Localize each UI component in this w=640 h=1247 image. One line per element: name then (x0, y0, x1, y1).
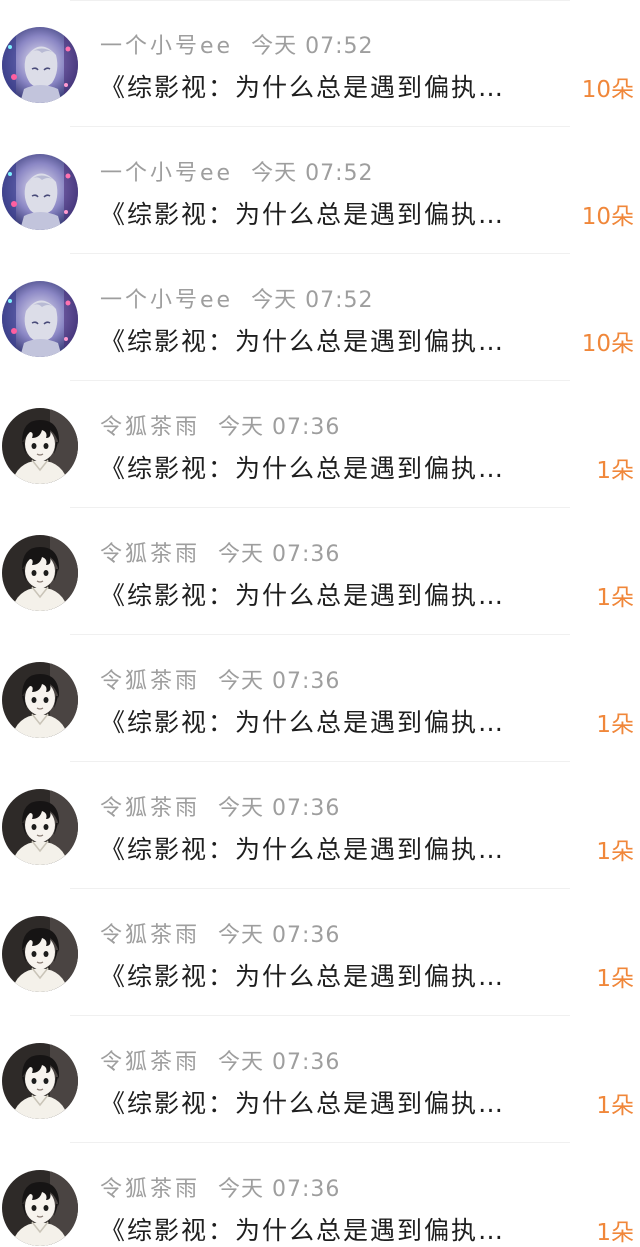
message-row[interactable]: 令狐茶雨 今天 07:36 《综影视：为什么总是遇到偏执… 1朵 (0, 1143, 640, 1247)
avatar[interactable] (2, 535, 78, 611)
message-row[interactable]: 令狐茶雨 今天 07:36 《综影视：为什么总是遇到偏执… 1朵 (0, 889, 640, 1016)
sender-name: 一个小号ee (100, 288, 234, 313)
sender-line: 令狐茶雨 今天 07:36 (100, 409, 340, 441)
message-preview: 《综影视：为什么总是遇到偏执… (100, 1216, 506, 1245)
avatar[interactable] (2, 662, 78, 738)
timestamp: 今天 07:36 (218, 1177, 341, 1202)
avatar[interactable] (2, 408, 78, 484)
sender-name: 令狐茶雨 (100, 1050, 201, 1075)
sender-name: 令狐茶雨 (100, 1177, 201, 1202)
message-preview: 《综影视：为什么总是遇到偏执… (100, 708, 506, 737)
message-preview: 《综影视：为什么总是遇到偏执… (100, 327, 506, 356)
avatar-b-icon (2, 1170, 78, 1246)
message-row[interactable]: 令狐茶雨 今天 07:36 《综影视：为什么总是遇到偏执… 1朵 (0, 635, 640, 762)
avatar-a-icon (2, 154, 78, 230)
message-row[interactable]: 令狐茶雨 今天 07:36 《综影视：为什么总是遇到偏执… 1朵 (0, 381, 640, 508)
avatar-b-icon (2, 1043, 78, 1119)
timestamp: 今天 07:52 (251, 161, 374, 186)
message-row[interactable]: 令狐茶雨 今天 07:36 《综影视：为什么总是遇到偏执… 1朵 (0, 762, 640, 889)
sender-name: 令狐茶雨 (100, 923, 201, 948)
message-preview: 《综影视：为什么总是遇到偏执… (100, 73, 506, 102)
sender-line: 令狐茶雨 今天 07:36 (100, 1044, 340, 1076)
message-row[interactable]: 一个小号ee 今天 07:52 《综影视：为什么总是遇到偏执… 10朵 (0, 127, 640, 254)
timestamp: 今天 07:36 (218, 669, 341, 694)
flower-count: 1朵 (596, 1093, 634, 1119)
avatar-a-icon (2, 281, 78, 357)
sender-name: 令狐茶雨 (100, 796, 201, 821)
message-preview: 《综影视：为什么总是遇到偏执… (100, 454, 506, 483)
flower-count: 1朵 (596, 839, 634, 865)
sender-line: 一个小号ee 今天 07:52 (100, 28, 373, 60)
avatar[interactable] (2, 789, 78, 865)
avatar-b-icon (2, 408, 78, 484)
timestamp: 今天 07:52 (251, 288, 374, 313)
message-preview: 《综影视：为什么总是遇到偏执… (100, 200, 506, 229)
sender-name: 令狐茶雨 (100, 415, 201, 440)
flower-count: 1朵 (596, 712, 634, 738)
sender-line: 一个小号ee 今天 07:52 (100, 155, 373, 187)
timestamp: 今天 07:36 (218, 796, 341, 821)
message-row[interactable]: 令狐茶雨 今天 07:36 《综影视：为什么总是遇到偏执… 1朵 (0, 508, 640, 635)
message-preview: 《综影视：为什么总是遇到偏执… (100, 581, 506, 610)
sender-line: 一个小号ee 今天 07:52 (100, 282, 373, 314)
avatar[interactable] (2, 154, 78, 230)
sender-line: 令狐茶雨 今天 07:36 (100, 536, 340, 568)
flower-count: 1朵 (596, 585, 634, 611)
sender-name: 一个小号ee (100, 161, 234, 186)
avatar-b-icon (2, 535, 78, 611)
avatar[interactable] (2, 281, 78, 357)
message-preview: 《综影视：为什么总是遇到偏执… (100, 835, 506, 864)
message-list: 一个小号ee 今天 07:52 《综影视：为什么总是遇到偏执… 10朵 一个小号e… (0, 0, 640, 1247)
avatar[interactable] (2, 27, 78, 103)
flower-count: 1朵 (596, 1220, 634, 1246)
avatar[interactable] (2, 916, 78, 992)
sender-name: 一个小号ee (100, 34, 234, 59)
avatar[interactable] (2, 1043, 78, 1119)
sender-name: 令狐茶雨 (100, 669, 201, 694)
avatar[interactable] (2, 1170, 78, 1246)
sender-line: 令狐茶雨 今天 07:36 (100, 790, 340, 822)
timestamp: 今天 07:36 (218, 923, 341, 948)
sender-line: 令狐茶雨 今天 07:36 (100, 1171, 340, 1203)
flower-count: 10朵 (581, 331, 634, 357)
avatar-b-icon (2, 789, 78, 865)
sender-name: 令狐茶雨 (100, 542, 201, 567)
flower-count: 1朵 (596, 966, 634, 992)
flower-count: 10朵 (581, 77, 634, 103)
flower-count: 1朵 (596, 458, 634, 484)
message-preview: 《综影视：为什么总是遇到偏执… (100, 962, 506, 991)
timestamp: 今天 07:52 (251, 34, 374, 59)
timestamp: 今天 07:36 (218, 542, 341, 567)
sender-line: 令狐茶雨 今天 07:36 (100, 663, 340, 695)
message-row[interactable]: 一个小号ee 今天 07:52 《综影视：为什么总是遇到偏执… 10朵 (0, 0, 640, 127)
timestamp: 今天 07:36 (218, 1050, 341, 1075)
flower-count: 10朵 (581, 204, 634, 230)
avatar-b-icon (2, 916, 78, 992)
avatar-b-icon (2, 662, 78, 738)
timestamp: 今天 07:36 (218, 415, 341, 440)
message-row[interactable]: 令狐茶雨 今天 07:36 《综影视：为什么总是遇到偏执… 1朵 (0, 1016, 640, 1143)
message-row[interactable]: 一个小号ee 今天 07:52 《综影视：为什么总是遇到偏执… 10朵 (0, 254, 640, 381)
avatar-a-icon (2, 27, 78, 103)
message-preview: 《综影视：为什么总是遇到偏执… (100, 1089, 506, 1118)
sender-line: 令狐茶雨 今天 07:36 (100, 917, 340, 949)
